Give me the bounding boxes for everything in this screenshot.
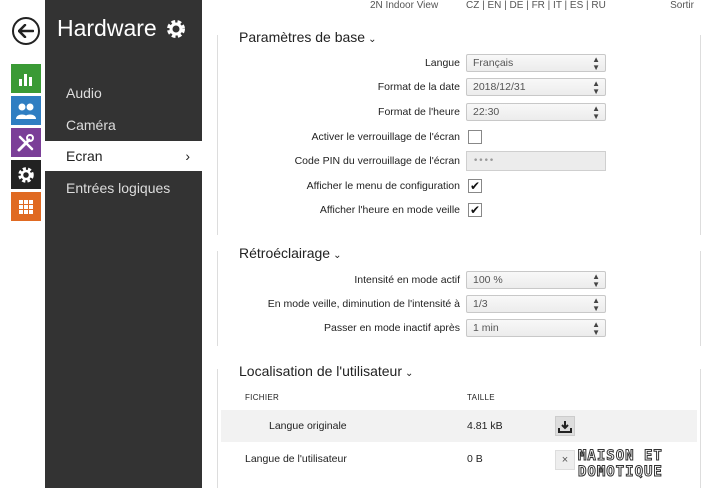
standby-time-checkbox[interactable]: ✔ bbox=[468, 203, 482, 217]
language-switcher[interactable]: CZ | EN | DE | FR | IT | ES | RU bbox=[466, 0, 606, 11]
backlight-section: Rétroéclairage ⌄ Intensité en mode actif … bbox=[217, 245, 702, 346]
table-row: Langue originale 4.81 kB bbox=[221, 410, 697, 442]
product-name: 2N Indoor View bbox=[370, 0, 439, 11]
file-name: Langue originale bbox=[269, 420, 347, 432]
back-arrow-icon bbox=[18, 24, 34, 38]
select-value: 1 min bbox=[473, 322, 499, 334]
menu-item-audio[interactable]: Audio bbox=[45, 78, 202, 108]
select-arrows-icon: ▲ ▼ bbox=[592, 79, 600, 96]
menu-item-logic-inputs[interactable]: Entrées logiques bbox=[45, 173, 202, 203]
config-menu-checkbox[interactable]: ✔ bbox=[468, 179, 482, 193]
section-title: Localisation de l'utilisateur bbox=[239, 363, 402, 379]
users-icon bbox=[16, 103, 36, 119]
field-label: Passer en mode inactif après bbox=[324, 322, 460, 334]
select-arrows-icon: ▲ ▼ bbox=[592, 272, 600, 289]
tools-icon bbox=[17, 133, 34, 151]
status-nav-button[interactable] bbox=[11, 64, 41, 93]
users-nav-button[interactable] bbox=[11, 96, 41, 125]
menu-title-text: Hardware bbox=[57, 15, 157, 41]
file-size: 0 B bbox=[467, 453, 483, 465]
field-label: Activer le verrouillage de l'écran bbox=[311, 131, 461, 143]
file-size: 4.81 kB bbox=[467, 420, 503, 432]
basic-settings-section: Paramètres de base ⌄ Langue Français ▲ ▼ Fo… bbox=[217, 29, 702, 235]
screen-lock-checkbox[interactable] bbox=[468, 130, 482, 144]
close-icon: × bbox=[561, 454, 569, 466]
menu-item-screen[interactable]: Ecran › bbox=[45, 141, 202, 171]
chevron-down-icon: ⌄ bbox=[405, 368, 414, 379]
inactive-after-select[interactable]: 1 min ▲ ▼ bbox=[466, 319, 606, 337]
system-nav-button[interactable] bbox=[11, 192, 41, 221]
field-label: Afficher le menu de configuration bbox=[306, 180, 460, 192]
menu-item-camera[interactable]: Caméra bbox=[45, 110, 202, 140]
field-label: Intensité en mode actif bbox=[354, 274, 460, 286]
inactive-after-row: Passer en mode inactif après 1 min ▲ ▼ bbox=[218, 318, 702, 340]
field-label: Code PIN du verrouillage de l'écran bbox=[294, 155, 460, 167]
watermark-logo: MAISON ET DOMOTIQUE bbox=[578, 446, 702, 486]
grid-icon bbox=[19, 199, 33, 214]
select-arrows-icon: ▲ ▼ bbox=[592, 320, 600, 337]
services-nav-button[interactable] bbox=[11, 128, 41, 157]
language-select[interactable]: Français ▲ ▼ bbox=[466, 54, 606, 72]
logout-link[interactable]: Sortir bbox=[670, 0, 694, 11]
select-arrows-icon: ▲ ▼ bbox=[592, 104, 600, 121]
section-title: Rétroéclairage bbox=[239, 245, 331, 261]
date-format-select[interactable]: 2018/12/31 ▲ ▼ bbox=[466, 78, 606, 96]
hardware-nav-button[interactable] bbox=[11, 160, 41, 189]
download-button[interactable] bbox=[555, 416, 575, 436]
field-label: Afficher l'heure en mode veille bbox=[319, 204, 460, 216]
back-button[interactable] bbox=[12, 17, 40, 45]
delete-button[interactable]: × bbox=[555, 450, 575, 470]
select-value: 1/3 bbox=[473, 298, 488, 310]
menu-title: Hardware bbox=[57, 15, 187, 42]
date-format-row: Format de la date 2018/12/31 ▲ ▼ bbox=[218, 77, 702, 99]
gear-icon bbox=[18, 166, 34, 183]
select-arrows-icon: ▲ ▼ bbox=[592, 55, 600, 72]
field-label: Format de l'heure bbox=[378, 106, 460, 118]
field-label: Langue bbox=[424, 57, 460, 69]
select-value: 2018/12/31 bbox=[473, 81, 526, 93]
config-menu-row: Afficher le menu de configuration ✔ bbox=[218, 176, 702, 198]
select-value: 100 % bbox=[473, 274, 503, 286]
backlight-header[interactable]: Rétroéclairage ⌄ bbox=[239, 245, 346, 261]
chevron-down-icon: ⌄ bbox=[333, 250, 342, 261]
localization-header[interactable]: Localisation de l'utilisateur ⌄ bbox=[239, 363, 418, 379]
basic-settings-header[interactable]: Paramètres de base ⌄ bbox=[239, 29, 381, 45]
watermark-line2: DOMOTIQUE bbox=[578, 464, 663, 481]
chevron-down-icon: ⌄ bbox=[368, 34, 377, 45]
time-format-select[interactable]: 22:30 ▲ ▼ bbox=[466, 103, 606, 121]
language-row: Langue Français ▲ ▼ bbox=[218, 53, 702, 75]
menu-item-label: Ecran bbox=[66, 148, 103, 164]
menu-item-label: Audio bbox=[66, 85, 102, 101]
active-intensity-select[interactable]: 100 % ▲ ▼ bbox=[466, 271, 606, 289]
select-value: 22:30 bbox=[473, 106, 500, 118]
bar-chart-icon bbox=[19, 73, 32, 86]
field-label: Format de la date bbox=[377, 81, 460, 93]
chevron-right-icon: › bbox=[185, 148, 190, 164]
select-value: Français bbox=[473, 57, 514, 69]
icon-rail bbox=[0, 0, 45, 488]
select-arrows-icon: ▲ ▼ bbox=[592, 296, 600, 313]
section-title: Paramètres de base bbox=[239, 29, 366, 45]
download-icon bbox=[558, 420, 572, 433]
time-format-row: Format de l'heure 22:30 ▲ ▼ bbox=[218, 102, 702, 124]
file-name: Langue de l'utilisateur bbox=[245, 453, 347, 465]
pin-input[interactable]: •••• bbox=[466, 151, 606, 171]
menu-item-label: Entrées logiques bbox=[66, 180, 171, 196]
column-header-file: FICHIER bbox=[245, 393, 280, 402]
standby-reduction-row: En mode veille, diminution de l'intensit… bbox=[218, 294, 702, 316]
menu-item-label: Caméra bbox=[66, 117, 116, 133]
standby-time-row: Afficher l'heure en mode veille ✔ bbox=[218, 200, 702, 222]
column-header-size: TAILLE bbox=[467, 393, 495, 402]
top-bar: 2N Indoor View CZ | EN | DE | FR | IT | … bbox=[210, 0, 702, 12]
field-label: En mode veille, diminution de l'intensit… bbox=[267, 298, 460, 310]
pin-row: Code PIN du verrouillage de l'écran •••• bbox=[218, 151, 702, 173]
standby-reduction-select[interactable]: 1/3 ▲ ▼ bbox=[466, 295, 606, 313]
hardware-menu: Hardware Audio Caméra Ecran › Entrées lo… bbox=[45, 0, 202, 488]
active-intensity-row: Intensité en mode actif 100 % ▲ ▼ bbox=[218, 270, 702, 292]
screen-lock-row: Activer le verrouillage de l'écran bbox=[218, 127, 702, 149]
watermark-line1: MAISON ET bbox=[578, 448, 663, 465]
gear-icon bbox=[166, 19, 185, 38]
